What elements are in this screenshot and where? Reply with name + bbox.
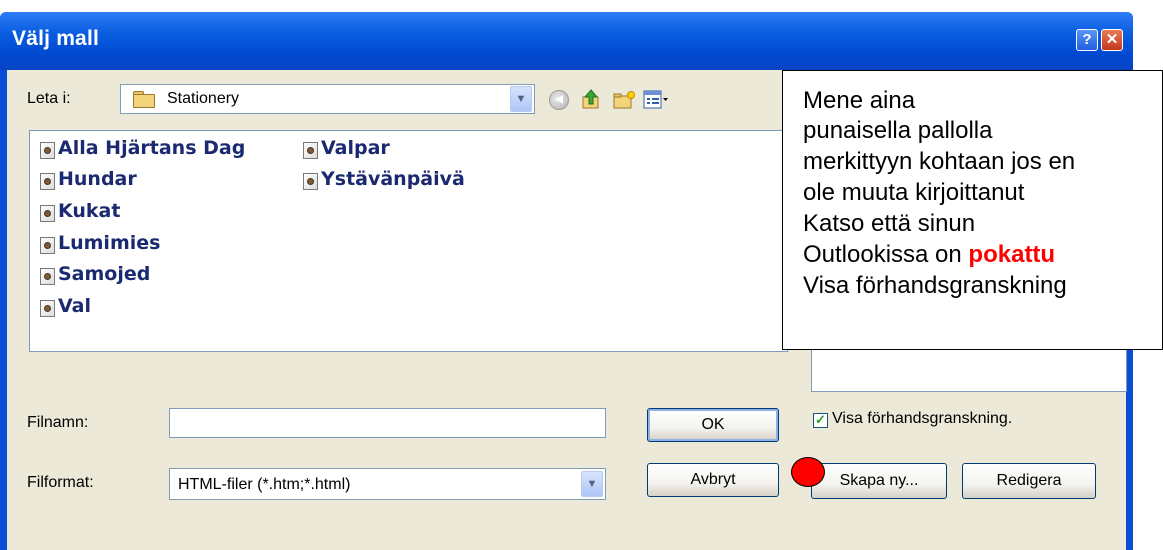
callout-line: punaisella pallolla	[803, 117, 993, 144]
stationery-file-icon	[40, 173, 55, 190]
views-menu-icon[interactable]	[643, 90, 669, 110]
callout-line: Mene aina	[803, 87, 916, 114]
callout-line: Visa förhandsgranskning	[803, 272, 1067, 299]
help-button[interactable]: ?	[1076, 29, 1098, 51]
title-bar[interactable]: Välj mall ? ✕	[0, 12, 1133, 70]
stationery-file-icon	[40, 205, 55, 222]
ok-button[interactable]: OK	[647, 408, 779, 442]
stationery-file-icon	[40, 300, 55, 317]
filename-label: Filnamn:	[27, 414, 89, 431]
stationery-file-icon	[303, 142, 318, 159]
edit-button[interactable]: Redigera	[962, 463, 1096, 499]
file-name: Hundar	[58, 168, 137, 190]
file-name: Ystävänpäivä	[321, 168, 465, 190]
window-title: Välj mall	[12, 27, 100, 50]
callout-line: Katso että sinun	[803, 210, 976, 237]
file-name: Lumimies	[58, 232, 161, 254]
chevron-down-icon[interactable]: ▼	[581, 471, 603, 497]
instruction-callout: Mene aina punaisella pallolla merkittyyn…	[782, 70, 1163, 350]
look-in-dropdown[interactable]: Stationery ▼	[120, 84, 535, 114]
back-icon[interactable]: ◀	[549, 90, 569, 110]
format-dropdown[interactable]: HTML-filer (*.htm;*.html) ▼	[169, 468, 606, 500]
format-label: Filformat:	[27, 474, 94, 491]
cancel-button[interactable]: Avbryt	[647, 463, 779, 497]
stationery-file-icon	[303, 173, 318, 190]
file-list[interactable]: Alla Hjärtans Dag Hundar Kukat Lumimies …	[29, 130, 788, 352]
stationery-file-icon	[40, 237, 55, 254]
look-in-label: Leta i:	[27, 90, 71, 107]
file-name: Samojed	[58, 263, 151, 285]
preview-checkbox[interactable]: ✓	[813, 413, 828, 428]
callout-line: ole muuta kirjoittanut	[803, 179, 1025, 206]
up-folder-icon[interactable]	[580, 88, 602, 110]
callout-text: Outlookissa on	[803, 241, 969, 268]
format-value: HTML-filer (*.htm;*.html)	[178, 476, 351, 493]
stationery-file-icon	[40, 268, 55, 285]
callout-line: Outlookissa on pokattu	[803, 241, 1055, 269]
new-folder-icon[interactable]	[612, 90, 636, 110]
look-in-value: Stationery	[167, 90, 240, 107]
filename-input[interactable]	[169, 408, 606, 438]
callout-highlight: pokattu	[968, 241, 1056, 268]
folder-icon	[133, 91, 155, 108]
stationery-file-icon	[40, 142, 55, 159]
close-button[interactable]: ✕	[1101, 29, 1123, 51]
create-new-button[interactable]: Skapa ny...	[811, 463, 947, 499]
chevron-down-icon[interactable]: ▼	[510, 86, 532, 112]
file-name: Alla Hjärtans Dag	[58, 137, 246, 159]
preview-checkbox-label: Visa förhandsgranskning.	[832, 410, 1013, 427]
file-name: Valpar	[321, 137, 390, 159]
file-name: Val	[58, 295, 91, 317]
callout-line: merkittyyn kohtaan jos en	[803, 148, 1076, 175]
file-name: Kukat	[58, 200, 121, 222]
red-marker-dot	[791, 457, 825, 487]
